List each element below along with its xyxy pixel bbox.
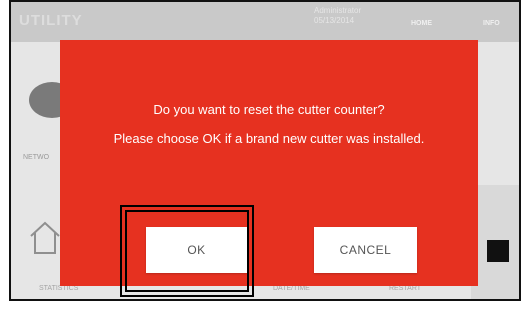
screen-frame: UTILITY Administrator 05/13/2014 HOME IN… — [9, 0, 521, 301]
statistics-home-icon — [30, 221, 60, 254]
dialog-message-line2: Please choose OK if a brand new cutter w… — [113, 131, 425, 146]
current-date: 05/13/2014 — [314, 16, 355, 25]
date-time-label: DATE/TIME — [273, 285, 310, 292]
restart-label: RESTART — [389, 285, 422, 292]
network-label: NETWO — [23, 154, 50, 161]
nav-home[interactable]: HOME — [411, 20, 432, 27]
nav-info[interactable]: INFO — [483, 20, 500, 27]
statistics-label: STATISTICS — [39, 285, 79, 292]
page-title: UTILITY — [19, 12, 83, 29]
cancel-button[interactable]: CANCEL — [314, 227, 417, 273]
user-info: Administrator 05/13/2014 — [314, 6, 361, 26]
dialog-message-line1: Do you want to reset the cutter counter? — [153, 102, 385, 117]
ok-highlight-inner — [125, 210, 249, 292]
user-name: Administrator — [314, 6, 362, 15]
top-bar: UTILITY Administrator 05/13/2014 HOME IN… — [11, 2, 519, 42]
black-square-marker — [487, 240, 509, 262]
